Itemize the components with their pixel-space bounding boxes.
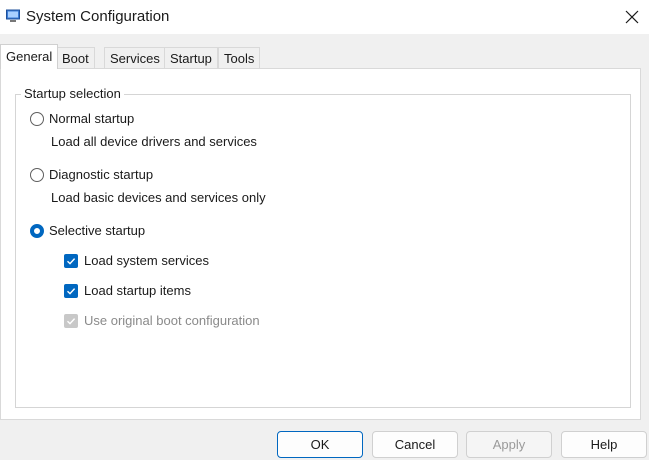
- load-system-services-checkbox[interactable]: Load system services: [64, 253, 209, 268]
- system-configuration-icon: [6, 9, 20, 22]
- close-button[interactable]: [615, 2, 649, 32]
- apply-button: Apply: [466, 431, 552, 458]
- general-tab-panel: Startup selection Normal startup Load al…: [0, 68, 641, 420]
- title-bar: System Configuration: [0, 0, 649, 34]
- checkbox-disabled-checked-icon: [64, 313, 78, 328]
- checkbox-checked-icon: [64, 253, 78, 268]
- tab-services[interactable]: Services: [104, 47, 166, 68]
- normal-startup-radio[interactable]: Normal startup: [30, 111, 134, 126]
- selective-startup-radio[interactable]: Selective startup: [30, 223, 145, 238]
- selective-startup-label: Selective startup: [49, 223, 146, 238]
- load-startup-items-checkbox[interactable]: Load startup items: [64, 283, 191, 298]
- radio-unselected-icon: [30, 111, 44, 126]
- radio-selected-icon: [30, 223, 44, 238]
- cancel-button[interactable]: Cancel: [372, 431, 458, 458]
- tab-general[interactable]: General: [0, 44, 59, 69]
- ok-button[interactable]: OK: [277, 431, 363, 458]
- tab-startup[interactable]: Startup: [164, 47, 218, 68]
- use-original-boot-configuration-label: Use original boot configuration: [84, 313, 260, 328]
- use-original-boot-configuration-checkbox: Use original boot configuration: [64, 313, 260, 328]
- radio-unselected-icon: [30, 167, 44, 182]
- normal-startup-description: Load all device drivers and services: [51, 134, 257, 149]
- help-button[interactable]: Help: [561, 431, 647, 458]
- window-title: System Configuration: [26, 8, 170, 25]
- tab-tools[interactable]: Tools: [218, 47, 261, 68]
- normal-startup-label: Normal startup: [49, 111, 135, 126]
- checkbox-checked-icon: [64, 283, 78, 298]
- diagnostic-startup-label: Diagnostic startup: [49, 167, 154, 182]
- diagnostic-startup-radio[interactable]: Diagnostic startup: [30, 167, 153, 182]
- tab-boot[interactable]: Boot: [56, 47, 95, 68]
- diagnostic-startup-description: Load basic devices and services only: [51, 190, 266, 205]
- startup-selection-label: Startup selection: [21, 86, 124, 101]
- close-icon: [625, 10, 639, 24]
- load-startup-items-label: Load startup items: [84, 283, 191, 298]
- load-system-services-label: Load system services: [84, 253, 209, 268]
